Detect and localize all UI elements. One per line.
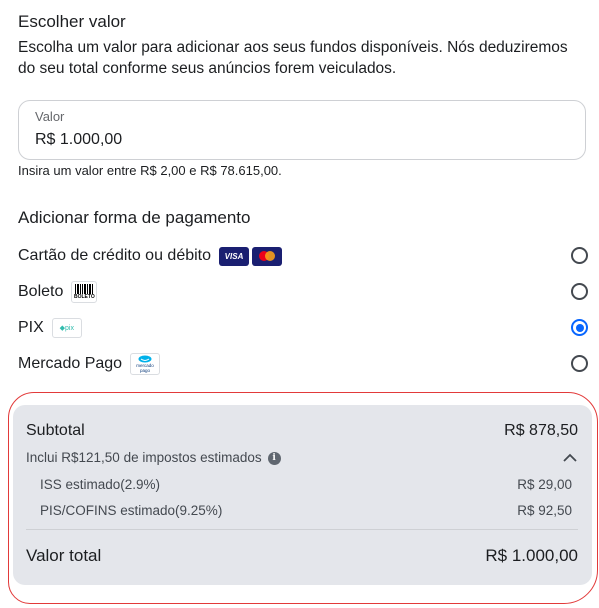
total-label: Valor total: [26, 546, 102, 565]
subtotal-value: R$ 878,50: [504, 422, 578, 439]
payment-option-label: Cartão de crédito ou débito: [18, 247, 212, 264]
payment-radio-mercado-pago[interactable]: [571, 355, 588, 372]
payment-option-label: Boleto: [18, 283, 64, 300]
amount-field-value[interactable]: R$ 1.000,00: [35, 131, 122, 149]
payment-radio-boleto[interactable]: [571, 283, 588, 300]
payment-option-mercado-pago[interactable]: Mercado Pago mercado pago: [18, 350, 590, 378]
chevron-up-icon[interactable]: [562, 452, 578, 464]
taxes-toggle-row[interactable]: Inclui R$121,50 de impostos estimados i: [26, 450, 578, 465]
taxes-label: Inclui R$121,50 de impostos estimados: [26, 450, 262, 465]
amount-field-label: Valor: [35, 109, 65, 124]
boleto-icon: BOLETO: [71, 281, 98, 303]
total-row: Valor total R$ 1.000,00: [26, 546, 578, 566]
payment-radio-pix[interactable]: [571, 319, 588, 336]
taxes-label-wrap: Inclui R$121,50 de impostos estimados i: [26, 450, 281, 465]
tax-label: ISS estimado(2.9%): [40, 477, 161, 492]
info-icon[interactable]: i: [267, 451, 281, 465]
subtotal-row: Subtotal R$ 878,50: [26, 422, 578, 440]
amount-hint: Insira um valor entre R$ 2,00 e R$ 78.61…: [18, 163, 282, 178]
payment-radio-card[interactable]: [571, 247, 588, 264]
subtotal-label: Subtotal: [26, 422, 85, 439]
tax-row: PIS/COFINS estimado(9.25%) R$ 92,50: [40, 503, 572, 518]
payment-option-card[interactable]: Cartão de crédito ou débito VISA: [18, 242, 590, 270]
summary-divider: [26, 529, 578, 530]
payment-option-boleto[interactable]: Boleto BOLETO: [18, 278, 590, 306]
payment-option-label: PIX: [18, 319, 44, 336]
amount-field[interactable]: Valor R$ 1.000,00: [18, 100, 586, 160]
tax-value: R$ 92,50: [517, 503, 572, 518]
payment-section-title: Adicionar forma de pagamento: [18, 208, 251, 227]
tax-value: R$ 29,00: [517, 477, 572, 492]
payment-option-label: Mercado Pago: [18, 355, 123, 372]
mastercard-icon: [252, 246, 283, 266]
tax-row: ISS estimado(2.9%) R$ 29,00: [40, 477, 572, 492]
mercado-pago-icon: mercado pago: [130, 353, 161, 375]
amount-section-title: Escolher valor: [18, 12, 126, 31]
total-value: R$ 1.000,00: [485, 546, 578, 565]
visa-icon: VISA: [219, 246, 250, 266]
order-summary: Subtotal R$ 878,50 Inclui R$121,50 de im…: [13, 405, 592, 585]
tax-label: PIS/COFINS estimado(9.25%): [40, 503, 223, 518]
pix-icon: ◆pix: [51, 318, 82, 338]
amount-description: Escolha um valor para adicionar aos seus…: [18, 39, 568, 77]
payment-option-pix[interactable]: PIX ◆pix: [18, 314, 590, 342]
